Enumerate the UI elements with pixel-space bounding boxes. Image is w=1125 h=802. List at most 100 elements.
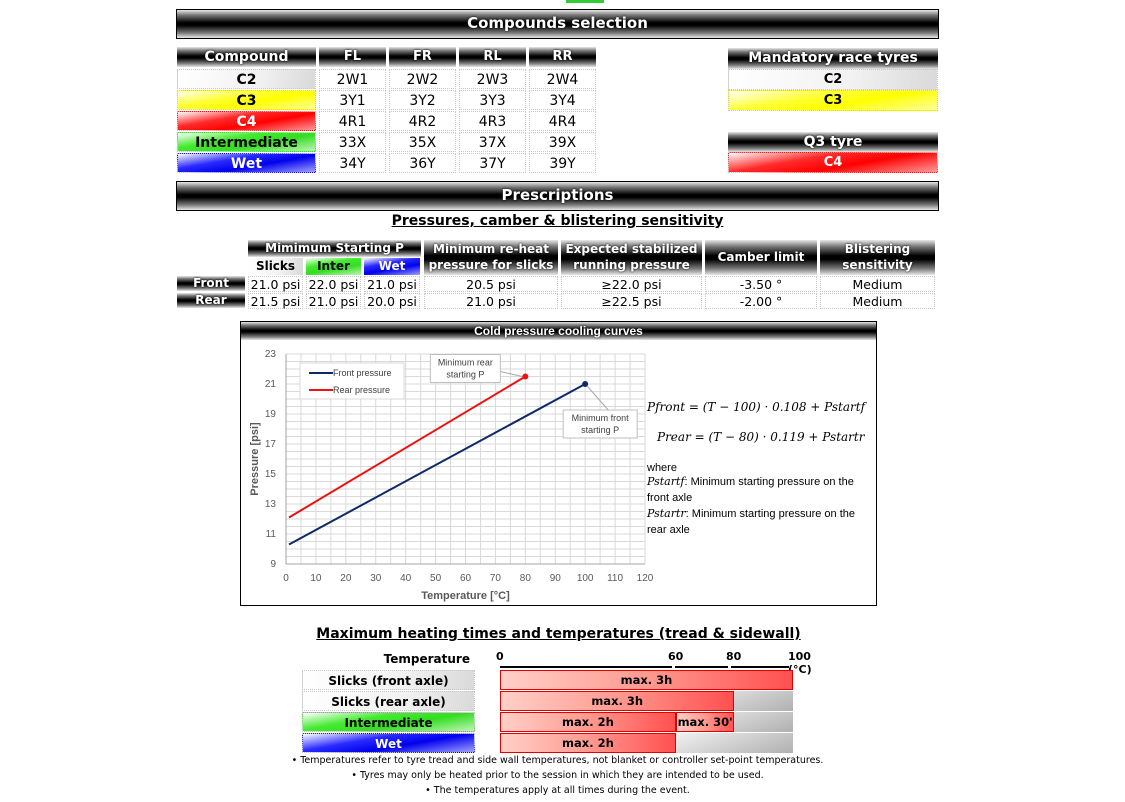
compound-cell: C2: [177, 69, 316, 89]
tyre-code-cell-fr: 3Y2: [389, 90, 456, 110]
heating-bar-segment: max. 3h: [500, 691, 735, 711]
tyre-code-cell-rr: 39X: [529, 132, 596, 152]
header-blistering: Blistering sensitivity: [820, 240, 935, 275]
mandatory-tyres-title: Mandatory race tyres: [728, 48, 938, 69]
heating-temp-label: Temperature: [383, 652, 470, 666]
col-header-rr: RR: [529, 47, 596, 67]
prescription-cell-running: ≥22.0 psi: [561, 276, 702, 292]
note-2: • Tyres may only be heated prior to the …: [351, 770, 764, 781]
tyre-code-cell-rl: 2W3: [459, 69, 526, 89]
x-tick-label: 100: [577, 573, 594, 584]
heating-row-label: Slicks (front axle): [302, 670, 475, 690]
chart-title: Cold pressure cooling curves: [241, 322, 876, 340]
prescriptions-subtitle: Pressures, camber & blistering sensitivi…: [391, 213, 724, 229]
compound-cell: Intermediate: [177, 132, 316, 152]
mandatory-tyre-c2: C2: [728, 69, 938, 90]
prescription-cell-wet: 21.0 psi: [364, 276, 420, 292]
cooling-curves-chart-panel: Cold pressure cooling curves 0 10 20 30 40 50…: [240, 321, 877, 606]
y-tick-label: 11: [266, 529, 277, 540]
heating-bar-segment: max. 30': [675, 712, 735, 732]
scale-label-60: 60: [668, 650, 684, 663]
scale-label-80: 80: [726, 650, 742, 663]
header-camber-limit: Camber limit: [705, 240, 817, 275]
scale-line-0-60: [500, 666, 672, 668]
compound-cell: Wet: [177, 153, 316, 173]
axle-label-front: Front: [177, 276, 245, 291]
prescription-cell-camber: -3.50 °: [705, 276, 817, 292]
scale-line-60-80: [675, 666, 728, 668]
tyre-code-cell-rr: 3Y4: [529, 90, 596, 110]
prescription-cell-slicks: 21.0 psi: [248, 276, 303, 292]
tyre-code-cell-rr: 4R4: [529, 111, 596, 131]
legend-label: Rear pressure: [333, 385, 390, 395]
tyre-code-cell-fr: 36Y: [389, 153, 456, 173]
tyre-code-cell-rl: 4R3: [459, 111, 526, 131]
axle-label-rear: Rear: [177, 293, 245, 308]
compound-cell: C4: [177, 111, 316, 131]
prescription-cell-reheat: 20.5 psi: [424, 276, 558, 292]
series-end-marker: [522, 373, 529, 380]
formula-front: Pfront = (T − 100) · 0.108 + Pstartf: [647, 400, 866, 414]
x-tick-label: 120: [637, 573, 654, 584]
prescription-cell-blistering: Medium: [820, 276, 935, 292]
heating-row-label: Wet: [302, 733, 475, 753]
prescription-cell-blistering: Medium: [820, 293, 935, 309]
header-running-pressure: Expected stabilized running pressure: [561, 240, 702, 275]
col-header-compound: Compound: [177, 47, 316, 67]
tyre-code-cell-fr: 35X: [389, 132, 456, 152]
scale-label-0: 0: [496, 650, 504, 663]
col-header-fl: FL: [319, 47, 386, 67]
x-tick-label: 10: [310, 573, 322, 584]
prescription-cell-inter: 21.0 psi: [306, 293, 361, 309]
col-header-rl: RL: [459, 47, 526, 67]
annotation-leader: [500, 371, 523, 377]
tyre-code-cell-rl: 37X: [459, 132, 526, 152]
prescription-cell-wet: 20.0 psi: [364, 293, 420, 309]
section-header-prescriptions: Prescriptions: [176, 181, 939, 211]
prescription-cell-reheat: 21.0 psi: [424, 293, 558, 309]
x-tick-label: 0: [283, 573, 289, 584]
x-tick-label: 30: [370, 573, 382, 584]
sub-header-inter: Inter: [306, 258, 361, 275]
prescription-cell-camber: -2.00 °: [705, 293, 817, 309]
prescription-cell-slicks: 21.5 psi: [248, 293, 303, 309]
tyre-code-cell-fl: 4R1: [319, 111, 386, 131]
tyre-code-cell-rr: 2W4: [529, 69, 596, 89]
x-tick-label: 90: [550, 573, 562, 584]
x-tick-label: 60: [460, 573, 472, 584]
mandatory-tyre-c3: C3: [728, 90, 938, 111]
scale-line-80-100: [731, 666, 789, 668]
x-tick-label: 50: [430, 573, 442, 584]
formula-def-rear: Pstartr: Minimum starting pressure on th…: [647, 506, 872, 538]
header-reheat-pressure: Minimum re-heat pressure for slicks: [424, 240, 558, 275]
tyre-code-cell-rr: 39Y: [529, 153, 596, 173]
heating-bar-segment: max. 3h: [500, 670, 793, 690]
note-3: • The temperatures apply at all times du…: [425, 785, 690, 796]
group-header-min-starting-p: Mimimum Starting P: [248, 240, 421, 257]
y-tick-label: 19: [265, 409, 277, 420]
formula-where: where: [647, 462, 677, 474]
var-pstartr: Pstartr: [647, 507, 686, 520]
heating-bar-segment: max. 2h: [500, 733, 676, 753]
x-axis-label: Temperature [°C]: [421, 590, 510, 602]
annotation-text: starting P: [446, 370, 484, 380]
compound-table: Compound FL FR RL RR C2 2W1 2W2 2W3 2W4 C3 3Y1…: [177, 45, 597, 175]
tyre-code-cell-fl: 34Y: [319, 153, 386, 173]
compound-cell: C3: [177, 90, 316, 110]
var-pstartf: Pstartf: [647, 475, 685, 488]
tyre-code-cell-fl: 33X: [319, 132, 386, 152]
x-tick-label: 40: [400, 573, 412, 584]
y-tick-label: 23: [265, 349, 277, 360]
y-tick-label: 17: [265, 439, 277, 450]
q3-tyre-c4: C4: [728, 152, 938, 173]
prescription-cell-running: ≥22.5 psi: [561, 293, 702, 309]
tyre-code-cell-rl: 3Y3: [459, 90, 526, 110]
q3-tyre-title: Q3 tyre: [728, 132, 938, 152]
y-axis-label: Pressure [psi]: [249, 422, 261, 496]
heating-title: Maximum heating times and temperatures (…: [316, 626, 801, 642]
heating-scale: 0 60 80 100 (°C): [496, 650, 836, 676]
tyre-code-cell-fr: 4R2: [389, 111, 456, 131]
section-header-compounds: Compounds selection: [176, 9, 939, 39]
x-tick-label: 80: [520, 573, 532, 584]
x-tick-label: 20: [340, 573, 352, 584]
